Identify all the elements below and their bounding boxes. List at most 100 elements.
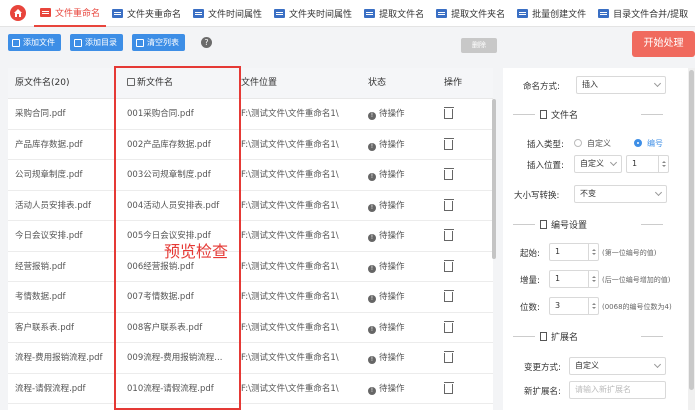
start-stepper[interactable]: 1 [549, 243, 599, 261]
settings-panel: 命名方式: 插入 文件名 插入类型: 自定义 编号 插入位置: 自定义 1 大小… [503, 68, 688, 410]
delete-row-button[interactable] [444, 252, 464, 282]
table-row[interactable]: 流程-请假流程.pdf 010流程-请假流程.pdf F:\测试文件\文件重命名… [8, 374, 493, 404]
table-row[interactable]: 客户联系表.pdf 008客户联系表.pdf F:\测试文件\文件重命名1\ !… [8, 313, 493, 343]
increment-stepper[interactable]: 1 [549, 270, 599, 288]
tab-merge-extract[interactable]: 目录文件合并/提取 [592, 0, 694, 27]
table-row[interactable]: 流程-费用报销流程.pdf 009流程-费用报销流程... F:\测试文件\文件… [8, 343, 493, 374]
toolbar: 添加文件 添加目录 清空列表 ? 删除 开始处理 [0, 27, 695, 63]
delete-row-button[interactable] [444, 221, 464, 251]
clear-list-button[interactable]: 清空列表 [132, 34, 185, 51]
add-directory-button[interactable]: 添加目录 [70, 34, 123, 51]
delete-row-button[interactable] [444, 160, 464, 190]
radio-custom-label: 自定义 [587, 139, 611, 148]
tab-folder-rename[interactable]: 文件夹重命名 [106, 0, 187, 27]
trash-icon [444, 229, 454, 241]
tab-file-rename[interactable]: 文件重命名 [34, 0, 107, 27]
original-name-cell: 采购合同.pdf [15, 109, 66, 119]
start-processing-button[interactable]: 开始处理 [632, 31, 695, 57]
tab-file-time[interactable]: 文件时间属性 [187, 0, 268, 27]
change-mode-label: 变更方式: [524, 363, 561, 373]
chevron-down-icon [609, 158, 618, 167]
delete-row-button[interactable] [444, 191, 464, 221]
location-cell: F:\测试文件\文件重命名1\ [241, 261, 339, 272]
table-row[interactable]: 公司规章制度.pdf 003公司规章制度.pdf F:\测试文件\文件重命名1\… [8, 160, 493, 191]
insert-type-label: 插入类型: [527, 140, 564, 150]
add-file-button[interactable]: 添加文件 [8, 34, 61, 51]
info-icon: ! [368, 203, 376, 212]
trash-icon [444, 137, 454, 150]
digits-stepper[interactable]: 3 [549, 297, 599, 315]
stepper-arrows-icon[interactable] [588, 244, 598, 260]
status-cell: ! 待操作 [368, 221, 428, 251]
table-row[interactable]: 今日会议安排.pdf 005今日会议安排.pdf F:\测试文件\文件重命名1\… [8, 221, 493, 252]
table-row[interactable]: 考情数据.pdf 007考情数据.pdf F:\测试文件\文件重命名1\ ! 待操… [8, 282, 493, 313]
digits-label: 位数: [520, 303, 540, 313]
case-conversion-select[interactable]: 不变 [574, 185, 667, 203]
table-row[interactable]: 经营报销.pdf 006经营报销.pdf F:\测试文件\文件重命名1\ ! 待操… [8, 252, 493, 282]
delete-row-button[interactable] [444, 313, 464, 343]
insert-position-select[interactable]: 自定义 [574, 155, 622, 173]
table-row[interactable]: 活动人员安排表.pdf 004活动人员安排表.pdf F:\测试文件\文件重命名… [8, 191, 493, 221]
location-cell: F:\测试文件\文件重命名1\ [241, 109, 339, 119]
scrollbar-thumb[interactable] [689, 70, 694, 390]
divider [513, 336, 535, 337]
delete-row-button[interactable] [444, 282, 464, 312]
original-name-cell: 流程-请假流程.pdf [15, 383, 86, 394]
file-icon [540, 110, 547, 119]
original-name-cell: 经营报销.pdf [15, 261, 66, 272]
original-name-cell: 考情数据.pdf [15, 292, 66, 302]
radio-number[interactable] [634, 139, 642, 147]
stepper-arrows-icon[interactable] [588, 271, 598, 287]
tab-batch-create[interactable]: 批量创建文件 [511, 0, 592, 27]
start-label: 起始: [520, 249, 540, 259]
tab-folder-time[interactable]: 文件夹时间属性 [268, 0, 358, 27]
tab-extract-filename[interactable]: 提取文件名 [358, 0, 430, 27]
table-scrollbar[interactable] [492, 99, 496, 259]
number-icon [540, 220, 547, 229]
trash-icon [444, 351, 454, 363]
settings-scrollbar[interactable] [688, 68, 695, 410]
chevron-down-icon [653, 360, 662, 369]
tab-extract-foldername[interactable]: 提取文件夹名 [430, 0, 511, 27]
clear-list-icon [136, 38, 144, 47]
stepper-arrows-icon[interactable] [588, 298, 598, 314]
delete-row-button[interactable] [444, 374, 464, 404]
new-extension-input[interactable]: 请输入新扩展名 [569, 381, 666, 399]
divider [641, 224, 663, 225]
home-icon[interactable] [10, 5, 26, 21]
delete-row-button[interactable] [444, 343, 464, 373]
naming-mode-select[interactable]: 插入 [576, 76, 666, 94]
file-table: 原文件名(20) 新文件名 文件位置 状态 操作 采购合同.pdf 001采购合… [8, 68, 493, 410]
info-icon: ! [368, 325, 376, 334]
header-location: 文件位置 [241, 78, 278, 88]
extract-filename-icon [364, 8, 376, 18]
change-mode-select[interactable]: 自定义 [569, 357, 666, 375]
insert-position-label: 插入位置: [527, 161, 564, 171]
merge-extract-icon [598, 8, 610, 18]
divider [513, 224, 535, 225]
radio-number-label: 编号 [647, 139, 663, 148]
section-extension: 扩展名 [540, 330, 578, 343]
help-icon[interactable]: ? [201, 37, 212, 48]
trash-icon [444, 168, 454, 180]
info-icon: ! [368, 264, 376, 273]
table-row[interactable]: 产品库存数据.pdf 002产品库存数据.pdf F:\测试文件\文件重命名1\… [8, 130, 493, 160]
folder-rename-icon [112, 8, 124, 18]
insert-position-stepper[interactable]: 1 [626, 155, 669, 173]
stepper-arrows-icon[interactable] [658, 156, 668, 172]
status-cell: ! 待操作 [368, 160, 428, 190]
location-cell: F:\测试文件\文件重命名1\ [241, 292, 339, 302]
delete-button[interactable]: 删除 [461, 38, 497, 53]
table-row[interactable]: 采购合同.pdf 001采购合同.pdf F:\测试文件\文件重命名1\ ! 待操… [8, 99, 493, 130]
location-cell: F:\测试文件\文件重命名1\ [241, 231, 339, 241]
info-icon: ! [368, 356, 376, 364]
extension-icon [540, 332, 547, 341]
trash-icon [444, 259, 454, 272]
delete-row-button[interactable] [444, 130, 464, 160]
status-cell: ! 待操作 [368, 374, 428, 404]
radio-custom[interactable] [574, 139, 582, 147]
chevron-down-icon [654, 188, 663, 197]
increment-hint: (后一位编号增加的值) [602, 276, 671, 284]
delete-row-button[interactable] [444, 99, 464, 129]
status-cell: ! 待操作 [368, 252, 428, 282]
